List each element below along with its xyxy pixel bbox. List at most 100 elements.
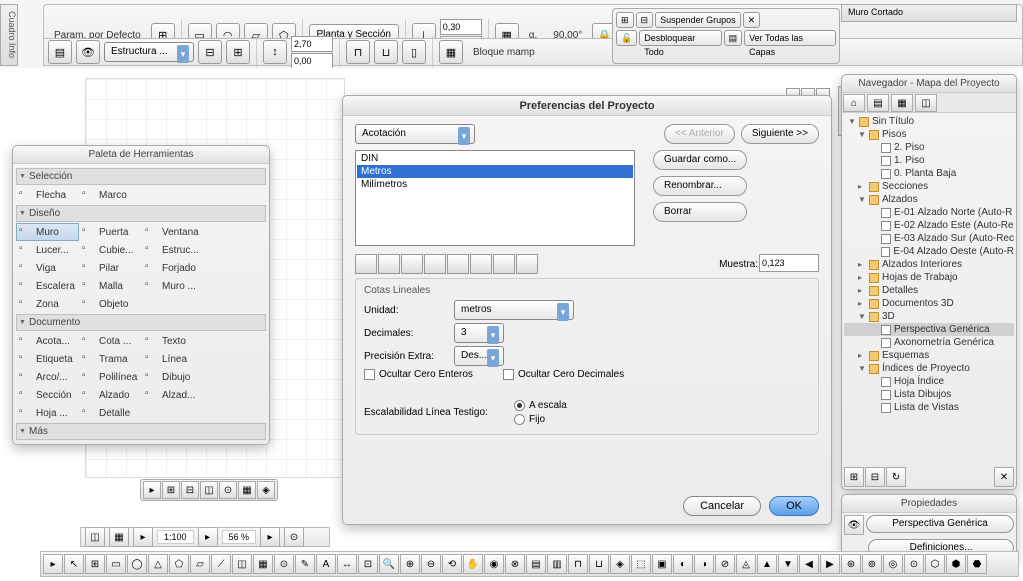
toolbar-icon[interactable]: ⊙ xyxy=(904,554,924,574)
toggle-btn[interactable] xyxy=(378,254,400,274)
toolbar-icon[interactable]: ↔ xyxy=(337,554,357,574)
toolbar-icon[interactable]: ▤ xyxy=(526,554,546,574)
nav-action-icon[interactable]: ⊟ xyxy=(865,467,885,487)
x-icon[interactable]: ✕ xyxy=(743,12,761,28)
zoom-field[interactable]: 56 % xyxy=(222,530,257,544)
category-combo[interactable]: Acotación xyxy=(355,124,475,144)
tool-polil-nea[interactable]: ▫Polilínea xyxy=(79,368,142,386)
toolbar-icon[interactable]: ◬ xyxy=(736,554,756,574)
tree-item[interactable]: E-01 Alzado Norte (Auto-R xyxy=(844,206,1014,219)
toolbar-icon[interactable]: 🔍 xyxy=(379,554,399,574)
tree-item[interactable]: 0. Planta Baja xyxy=(844,167,1014,180)
tool-muro[interactable]: ▫Muro xyxy=(16,223,79,241)
scale-radio-1[interactable] xyxy=(514,400,525,411)
precision-combo[interactable]: Des... xyxy=(454,346,504,366)
toggle-btn[interactable] xyxy=(424,254,446,274)
tool-muro-[interactable]: ▫Muro ... xyxy=(142,277,205,295)
tool-trama[interactable]: ▫Trama xyxy=(79,350,142,368)
toolbar-icon[interactable]: ⟲ xyxy=(442,554,462,574)
section-seleccion[interactable]: Selección xyxy=(16,168,266,185)
toolbar-icon[interactable]: ⊛ xyxy=(841,554,861,574)
toolbar-icon[interactable]: ◉ xyxy=(484,554,504,574)
prev-button[interactable]: << Anterior xyxy=(664,124,735,144)
tool-alzado[interactable]: ▫Alzado xyxy=(79,386,142,404)
tool-objeto[interactable]: ▫Objeto xyxy=(79,295,142,313)
ft-icon[interactable]: ◈ xyxy=(257,481,275,499)
toolbar-icon[interactable]: ⬢ xyxy=(946,554,966,574)
lock-icon[interactable]: 🔓 xyxy=(616,30,637,46)
tool-secci-n[interactable]: ▫Sección xyxy=(16,386,79,404)
toggle-btn[interactable] xyxy=(447,254,469,274)
toolbar-icon[interactable]: ⟋ xyxy=(211,554,231,574)
tool-flecha[interactable]: ▫Flecha xyxy=(16,186,79,204)
tree-item[interactable]: ▼Alzados xyxy=(844,193,1014,206)
toolbar-icon[interactable]: ▶ xyxy=(820,554,840,574)
toolbar-icon[interactable]: ◈ xyxy=(610,554,630,574)
toolbar-icon[interactable]: △ xyxy=(148,554,168,574)
toggle-btn[interactable] xyxy=(355,254,377,274)
tool-hoja-[interactable]: ▫Hoja ... xyxy=(16,404,79,422)
delete-button[interactable]: Borrar xyxy=(653,202,747,222)
toolbar-icon[interactable]: ▲ xyxy=(757,554,777,574)
icon-1[interactable]: ⊟ xyxy=(198,40,222,64)
tool-etiqueta[interactable]: ▫Etiqueta xyxy=(16,350,79,368)
h2-input[interactable] xyxy=(291,53,333,69)
toolbar-icon[interactable]: ◐ xyxy=(673,554,693,574)
h-icon[interactable]: ⊞ xyxy=(616,12,634,28)
view-all-layers-button[interactable]: Ver Todas las Capas xyxy=(744,30,836,46)
tool-arco-[interactable]: ▫Arco/... xyxy=(16,368,79,386)
toggle-btn[interactable] xyxy=(493,254,515,274)
toolbar-icon[interactable]: ◫ xyxy=(232,554,252,574)
toolbar-icon[interactable]: ▸ xyxy=(43,554,63,574)
ft-icon[interactable]: ▦ xyxy=(238,481,256,499)
toolbar-icon[interactable]: A xyxy=(316,554,336,574)
toolbar-icon[interactable]: ◀ xyxy=(799,554,819,574)
h1-input[interactable] xyxy=(291,36,333,52)
chevron-icon[interactable]: ▸ xyxy=(133,527,153,547)
scale-radio-2[interactable] xyxy=(514,414,525,425)
toolbar-icon[interactable]: ◎ xyxy=(883,554,903,574)
toolbar-icon[interactable]: ◯ xyxy=(127,554,147,574)
tool-acota-[interactable]: ▫Acota... xyxy=(16,332,79,350)
tool-marco[interactable]: ▫Marco xyxy=(79,186,142,204)
toolbar-icon[interactable]: ⊘ xyxy=(715,554,735,574)
unit-combo[interactable]: metros xyxy=(454,300,574,320)
tree-item[interactable]: ▸Esquemas xyxy=(844,349,1014,362)
tree-item[interactable]: ▼Índices de Proyecto xyxy=(844,362,1014,375)
height-icon[interactable]: ↕ xyxy=(263,40,287,64)
toolbar-icon[interactable]: ⊡ xyxy=(358,554,378,574)
save-as-button[interactable]: Guardar como... xyxy=(653,150,747,170)
decimals-combo[interactable]: 3 xyxy=(454,323,504,343)
perspective-button[interactable]: Perspectiva Genérica xyxy=(866,515,1014,533)
tree-item[interactable]: Lista Dibujos xyxy=(844,388,1014,401)
scale-field[interactable]: 1:100 xyxy=(157,530,194,544)
list-item-metros[interactable]: Metros xyxy=(357,165,633,178)
tree-item[interactable]: Axonometría Genérica xyxy=(844,336,1014,349)
h-icon2[interactable]: ⊟ xyxy=(636,12,654,28)
tree-root[interactable]: Sin Título xyxy=(872,116,914,127)
preset-listbox[interactable]: DINMetrosMilímetros xyxy=(355,150,635,246)
toolbar-icon[interactable]: ▥ xyxy=(547,554,567,574)
nav-tab-3[interactable]: ▦ xyxy=(891,94,913,112)
toolbar-icon[interactable]: ⬡ xyxy=(925,554,945,574)
toolbar-icon[interactable]: ▱ xyxy=(190,554,210,574)
tree-item[interactable]: 1. Piso xyxy=(844,154,1014,167)
profile3-icon[interactable]: ▯ xyxy=(402,40,426,64)
toolbar-icon[interactable]: ▣ xyxy=(652,554,672,574)
nav-tab-1[interactable]: ⌂ xyxy=(843,94,865,112)
cuadro-info-tab[interactable]: Cuadro Info xyxy=(0,4,18,66)
list-item-milímetros[interactable]: Milímetros xyxy=(357,178,633,191)
eye-icon[interactable]: 👁 xyxy=(76,40,100,64)
chevron-icon[interactable]: ▸ xyxy=(198,527,218,547)
tree-item[interactable]: 2. Piso xyxy=(844,141,1014,154)
toolbar-icon[interactable]: ⊔ xyxy=(589,554,609,574)
toolbar-icon[interactable]: ▭ xyxy=(106,554,126,574)
layers-icon[interactable]: ▤ xyxy=(724,30,743,46)
tree-item[interactable]: ▼Pisos xyxy=(844,128,1014,141)
toolbar-icon[interactable]: ⊙ xyxy=(274,554,294,574)
tool-ventana[interactable]: ▫Ventana xyxy=(142,223,205,241)
tool-malla[interactable]: ▫Malla xyxy=(79,277,142,295)
tool-zona[interactable]: ▫Zona xyxy=(16,295,79,313)
toggle-btn[interactable] xyxy=(470,254,492,274)
tool-texto[interactable]: ▫Texto xyxy=(142,332,205,350)
